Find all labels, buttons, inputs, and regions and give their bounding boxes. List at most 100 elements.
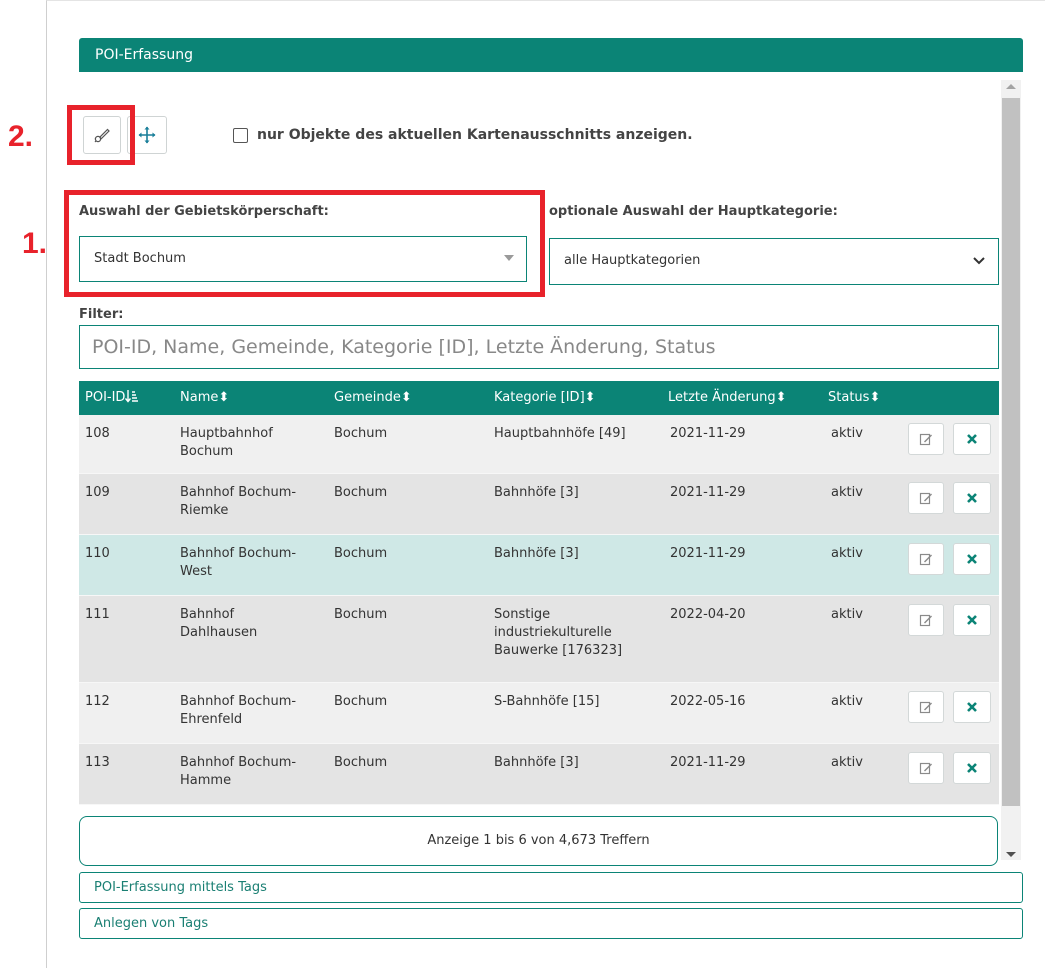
sort-asc-icon — [125, 390, 139, 403]
accordion-poi-tags[interactable]: POI-Erfassung mittels Tags — [79, 872, 1023, 903]
accordion-create-tags[interactable]: Anlegen von Tags — [79, 908, 1023, 939]
cell-gemeinde: Bochum — [334, 426, 388, 441]
move-arrows-icon — [138, 126, 156, 144]
cell-letzte-aenderung: 2021-11-29 — [670, 485, 746, 500]
paging-info: Anzeige 1 bis 6 von 4,673 Treffern — [79, 816, 998, 866]
close-icon — [967, 554, 977, 564]
cell-kategorie: S-Bahnhöfe [15] — [494, 694, 600, 709]
cell-gemeinde: Bochum — [334, 485, 388, 500]
edit-icon — [919, 492, 932, 505]
cell-status: aktiv — [831, 485, 863, 500]
edit-row-button[interactable] — [908, 482, 944, 514]
cell-letzte-aenderung: 2021-11-29 — [670, 546, 746, 561]
chevron-down-icon — [972, 239, 986, 303]
sort-icon: ⬍ — [400, 390, 412, 405]
cell-name: Bahnhof Bochum- Riemke — [180, 485, 297, 518]
cell-status: aktiv — [831, 607, 863, 622]
sort-icon: ⬍ — [775, 390, 787, 405]
close-icon — [967, 493, 977, 503]
th-gemeinde[interactable]: Gemeinde⬍ — [334, 381, 412, 415]
cell-gemeinde: Bochum — [334, 546, 388, 561]
cell-status: aktiv — [831, 426, 863, 441]
cell-kategorie: Bahnhöfe [3] — [494, 546, 579, 561]
visible-only-toggle[interactable]: nur Objekte des aktuellen Kartenausschni… — [233, 127, 693, 143]
delete-row-button[interactable] — [953, 482, 991, 514]
table-header: POI-ID Name⬍ Gemeinde⬍ Kategorie [ID]⬍ L… — [79, 381, 999, 415]
delete-row-button[interactable] — [953, 691, 991, 723]
cell-kategorie: Bahnhöfe [3] — [494, 485, 579, 500]
delete-row-button[interactable] — [953, 423, 991, 455]
edit-row-button[interactable] — [908, 604, 944, 636]
close-icon — [967, 763, 977, 773]
th-poi-id[interactable]: POI-ID — [85, 381, 139, 415]
cell-poi-id: 108 — [85, 426, 110, 441]
cell-gemeinde: Bochum — [334, 694, 388, 709]
scroll-down-icon[interactable] — [1006, 852, 1016, 857]
cell-name: Hauptbahnhof Bochum — [180, 426, 273, 459]
annotation-box-2 — [67, 105, 135, 165]
cell-letzte-aenderung: 2021-11-29 — [670, 755, 746, 770]
delete-row-button[interactable] — [953, 752, 991, 784]
close-icon — [967, 434, 977, 444]
cell-letzte-aenderung: 2022-04-20 — [670, 607, 746, 622]
table-row[interactable]: 111 Bahnhof Dahlhausen Bochum Sonstige indust… — [79, 596, 999, 683]
table-row[interactable]: 113 Bahnhof Bochum- Hamme Bochum Bahnhöfe [3… — [79, 744, 999, 805]
cell-name: Bahnhof Bochum- Hamme — [180, 755, 297, 788]
cell-kategorie: Bahnhöfe [3] — [494, 755, 579, 770]
edit-icon — [919, 701, 932, 714]
visible-only-checkbox[interactable] — [233, 127, 248, 143]
delete-row-button[interactable] — [953, 543, 991, 575]
cell-name: Bahnhof Dahlhausen — [180, 607, 258, 640]
annotation-label-2: 2. — [8, 120, 34, 153]
filter-placeholder: POI-ID, Name, Gemeinde, Kategorie [ID], … — [92, 336, 716, 358]
close-icon — [967, 615, 977, 625]
poi-table: POI-ID Name⬍ Gemeinde⬍ Kategorie [ID]⬍ L… — [79, 381, 999, 805]
edit-row-button[interactable] — [908, 752, 944, 784]
visible-only-label: nur Objekte des aktuellen Kartenausschni… — [257, 127, 693, 143]
cell-poi-id: 110 — [85, 546, 110, 561]
table-body: 108 Hauptbahnhof Bochum Bochum Hauptbahnhöfe… — [79, 415, 999, 805]
scroll-up-icon[interactable] — [1006, 84, 1016, 89]
annotation-box-1 — [64, 190, 545, 297]
table-row[interactable]: 112 Bahnhof Bochum- Ehrenfeld Bochum S-Bahnh… — [79, 683, 999, 744]
th-letzte-aenderung[interactable]: Letzte Änderung⬍ — [668, 381, 787, 415]
cell-poi-id: 111 — [85, 607, 110, 622]
cell-gemeinde: Bochum — [334, 755, 388, 770]
edit-icon — [919, 433, 932, 446]
edit-icon — [919, 614, 932, 627]
table-row[interactable]: 110 Bahnhof Bochum- West Bochum Bahnhöfe [3]… — [79, 535, 999, 596]
th-kategorie[interactable]: Kategorie [ID]⬍ — [494, 381, 596, 415]
cell-letzte-aenderung: 2022-05-16 — [670, 694, 746, 709]
cell-name: Bahnhof Bochum- Ehrenfeld — [180, 694, 297, 727]
scrollbar-thumb[interactable] — [1002, 98, 1020, 806]
edit-icon — [919, 762, 932, 775]
annotation-label-1: 1. — [22, 227, 48, 260]
edit-icon — [919, 553, 932, 566]
filter-label: Filter: — [79, 307, 124, 322]
sort-icon: ⬍ — [869, 390, 881, 405]
filter-input[interactable]: POI-ID, Name, Gemeinde, Kategorie [ID], … — [79, 325, 999, 369]
edit-row-button[interactable] — [908, 691, 944, 723]
cell-letzte-aenderung: 2021-11-29 — [670, 426, 746, 441]
cell-status: aktiv — [831, 755, 863, 770]
cell-poi-id: 109 — [85, 485, 110, 500]
table-row[interactable]: 108 Hauptbahnhof Bochum Bochum Hauptbahnhöfe… — [79, 415, 999, 474]
category-label: optionale Auswahl der Hauptkategorie: — [549, 204, 838, 219]
sort-icon: ⬍ — [584, 390, 596, 405]
delete-row-button[interactable] — [953, 604, 991, 636]
cell-kategorie: Sonstige industriekulturelle Bauwerke [176… — [494, 607, 623, 658]
table-row[interactable]: 109 Bahnhof Bochum- Riemke Bochum Bahnhöfe [… — [79, 474, 999, 535]
cell-name: Bahnhof Bochum- West — [180, 546, 297, 579]
cell-status: aktiv — [831, 546, 863, 561]
panel-title[interactable]: POI-Erfassung — [79, 38, 1023, 72]
edit-row-button[interactable] — [908, 543, 944, 575]
category-select-value: alle Hauptkategorien — [564, 253, 701, 268]
th-name[interactable]: Name⬍ — [180, 381, 229, 415]
edit-row-button[interactable] — [908, 423, 944, 455]
category-select[interactable]: alle Hauptkategorien — [549, 238, 999, 285]
sort-icon: ⬍ — [218, 390, 230, 405]
cell-gemeinde: Bochum — [334, 607, 388, 622]
th-status[interactable]: Status⬍ — [828, 381, 880, 415]
cell-kategorie: Hauptbahnhöfe [49] — [494, 426, 626, 441]
cell-status: aktiv — [831, 694, 863, 709]
